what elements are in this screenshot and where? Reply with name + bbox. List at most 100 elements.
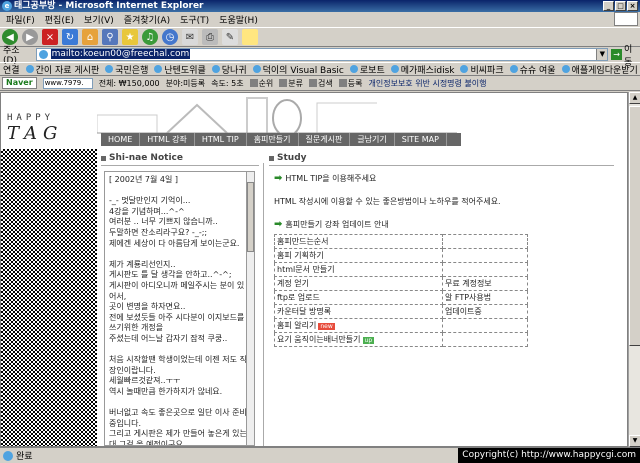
link-item[interactable]: 덕이의 Visual Basic xyxy=(252,63,344,75)
table-cell[interactable]: html문서 만들기 xyxy=(274,262,443,277)
table-cell[interactable]: 알 FTP사용법 xyxy=(441,290,529,305)
table-row: 요기 움직이는배너만들기 up xyxy=(274,332,529,347)
status-bar: 완료 Copyright(c) http://www.happycgi.com xyxy=(0,447,640,463)
mail-icon[interactable]: ✉ xyxy=(182,29,198,45)
search-icon[interactable]: ⚲ xyxy=(102,29,118,45)
study-item-tip[interactable]: ➡ HTML TIP을 이용해주세요 xyxy=(274,173,534,184)
table-row: 계정 얻기 무료 계정정보 xyxy=(274,276,529,291)
link-item[interactable]: 당나귀 xyxy=(211,63,247,75)
table-row: ftp로 업로드 알 FTP사용법 xyxy=(274,290,529,305)
address-bar: 주소(D) mailto:koeun00@freechal.com ▼ → 이동 xyxy=(0,45,640,68)
link-icon xyxy=(390,65,399,73)
print-icon[interactable]: ⎙ xyxy=(202,29,218,45)
arrow-right-icon: ➡ xyxy=(274,219,283,230)
link-item[interactable]: 슈슈 여울 xyxy=(509,63,556,75)
link-item[interactable]: 로보트 xyxy=(349,63,385,75)
site-logo[interactable]: HAPPY TAG xyxy=(7,113,97,144)
nav-sitemap[interactable]: SITE MAP xyxy=(395,133,447,146)
page-viewport: HAPPY TAG HOME HTML 강좌 HTML TIP 홈피만들기 질문… xyxy=(0,92,628,447)
table-cell[interactable]: 카운터달 방명록 xyxy=(274,304,443,319)
chevron-down-icon[interactable]: ▼ xyxy=(596,49,608,60)
page-scroll-thumb[interactable] xyxy=(629,106,640,346)
notice-textarea[interactable]: [ 2002년 7월 4일 ] -_- 멋달만인지 기억이... 4강을 기념하… xyxy=(104,171,254,446)
menu-help[interactable]: 도움말(H) xyxy=(219,13,258,26)
table-row: html문서 만들기 xyxy=(274,262,529,277)
table-row: 카운터달 방명록 업데이트중 xyxy=(274,304,529,319)
naver-rank-button[interactable]: 순위 xyxy=(249,78,273,89)
link-item[interactable]: 메가패스idisk xyxy=(390,63,454,75)
link-item[interactable]: 난텐도위클 xyxy=(154,63,206,75)
address-value: mailto:koeun00@freechal.com xyxy=(50,49,191,59)
menu-edit[interactable]: 편집(E) xyxy=(45,13,74,26)
page-scrollbar[interactable]: ▲ ▼ xyxy=(628,92,640,447)
register-icon xyxy=(338,79,347,87)
naver-search-input[interactable]: www.7979. xyxy=(42,77,93,89)
address-input[interactable]: mailto:koeun00@freechal.com ▼ xyxy=(35,48,609,61)
scroll-up-icon[interactable]: ▲ xyxy=(629,92,640,104)
page-icon xyxy=(38,50,48,59)
menu-favorites[interactable]: 즐겨찾기(A) xyxy=(124,13,170,26)
nav-homepage[interactable]: 홈피만들기 xyxy=(247,133,299,146)
link-item[interactable]: 국민은행 xyxy=(105,63,148,75)
menu-file[interactable]: 파일(F) xyxy=(6,13,35,26)
menu-view[interactable]: 보기(V) xyxy=(84,13,114,26)
table-cell[interactable]: 홈피 기획하기 xyxy=(274,248,443,263)
table-cell[interactable]: 무료 계정정보 xyxy=(441,276,529,291)
browser-toolbar: ◀ ▶ × ↻ ⌂ ⚲ ★ ♫ ◷ ✉ ⎙ ✎ xyxy=(0,27,640,47)
rank-icon xyxy=(249,79,258,87)
home-icon[interactable]: ⌂ xyxy=(82,29,98,45)
refresh-icon[interactable]: ↻ xyxy=(62,29,78,45)
table-cell[interactable]: 홈피 알리기 new xyxy=(274,318,443,333)
table-cell[interactable]: 요기 움직이는배너만들기 up xyxy=(274,332,443,347)
naver-ticker-speed: 속도: 5초 xyxy=(211,78,244,88)
link-item[interactable]: 비씨파크 xyxy=(460,63,504,75)
link-icon xyxy=(561,65,570,73)
site-nav: HOME HTML 강좌 HTML TIP 홈피만들기 질문게시판 글남기기 S… xyxy=(101,133,461,146)
table-cell[interactable] xyxy=(441,234,529,249)
maximize-button[interactable]: □ xyxy=(615,1,626,11)
link-icon xyxy=(211,65,220,73)
nav-html-tip[interactable]: HTML TIP xyxy=(195,133,247,146)
study-description: HTML 작성시에 이용할 수 있는 좋은방법이나 노하우를 적어주세요. xyxy=(274,197,501,206)
edit-icon[interactable]: ✎ xyxy=(222,29,238,45)
menu-tools[interactable]: 도구(T) xyxy=(180,13,209,26)
study-item-update[interactable]: ➡ 홈피만들기 강좌 업데이트 안내 xyxy=(274,219,534,230)
notice-scroll-thumb[interactable] xyxy=(247,182,254,252)
minimize-button[interactable]: _ xyxy=(603,1,614,11)
search-icon xyxy=(309,79,318,87)
naver-privacy-alert[interactable]: 개인정보보호 위반 시정명령 불이행 xyxy=(369,78,487,89)
table-cell[interactable] xyxy=(441,248,529,263)
nav-qna-board[interactable]: 질문게시판 xyxy=(299,133,351,146)
stop-icon[interactable]: × xyxy=(42,29,58,45)
nav-guestbook[interactable]: 글남기기 xyxy=(350,133,395,146)
scroll-down-icon[interactable]: ▼ xyxy=(629,435,640,447)
windows-flag-icon xyxy=(614,12,638,26)
table-cell[interactable]: ftp로 업로드 xyxy=(274,290,443,305)
table-cell[interactable]: 홈피만드는순서 xyxy=(274,234,443,249)
table-row: 홈피 알리기 new xyxy=(274,318,529,333)
square-bullet-icon xyxy=(269,155,274,161)
link-item[interactable]: 애플게임다운받기 xyxy=(561,63,638,75)
table-cell[interactable]: 업데이트중 xyxy=(441,304,529,319)
table-cell[interactable] xyxy=(441,262,529,277)
naver-search-button[interactable]: 검색 xyxy=(309,78,333,89)
naver-logo[interactable]: Naver xyxy=(2,77,37,89)
favorites-icon[interactable]: ★ xyxy=(122,29,138,45)
link-icon xyxy=(25,65,34,73)
history-icon[interactable]: ◷ xyxy=(162,29,178,45)
media-icon[interactable]: ♫ xyxy=(142,29,158,45)
column-separator xyxy=(263,163,264,446)
table-cell[interactable] xyxy=(441,332,529,347)
nav-home[interactable]: HOME xyxy=(101,133,141,146)
notice-scrollbar[interactable] xyxy=(246,171,255,446)
naver-toolbar: Naver www.7979. 전체: ₩150,000 분야:미등록 속도: … xyxy=(0,76,640,91)
nav-html-lecture[interactable]: HTML 강좌 xyxy=(140,133,195,146)
close-button[interactable]: × xyxy=(627,1,638,11)
notes-icon[interactable] xyxy=(242,29,258,45)
link-item[interactable]: 간이 자료 게시판 xyxy=(25,63,99,75)
naver-register-button[interactable]: 등록 xyxy=(338,78,363,89)
table-cell[interactable]: 계정 얻기 xyxy=(274,276,443,291)
page-done-icon xyxy=(3,450,13,461)
table-cell[interactable] xyxy=(441,318,529,333)
naver-category-button[interactable]: 분류 xyxy=(279,78,303,89)
